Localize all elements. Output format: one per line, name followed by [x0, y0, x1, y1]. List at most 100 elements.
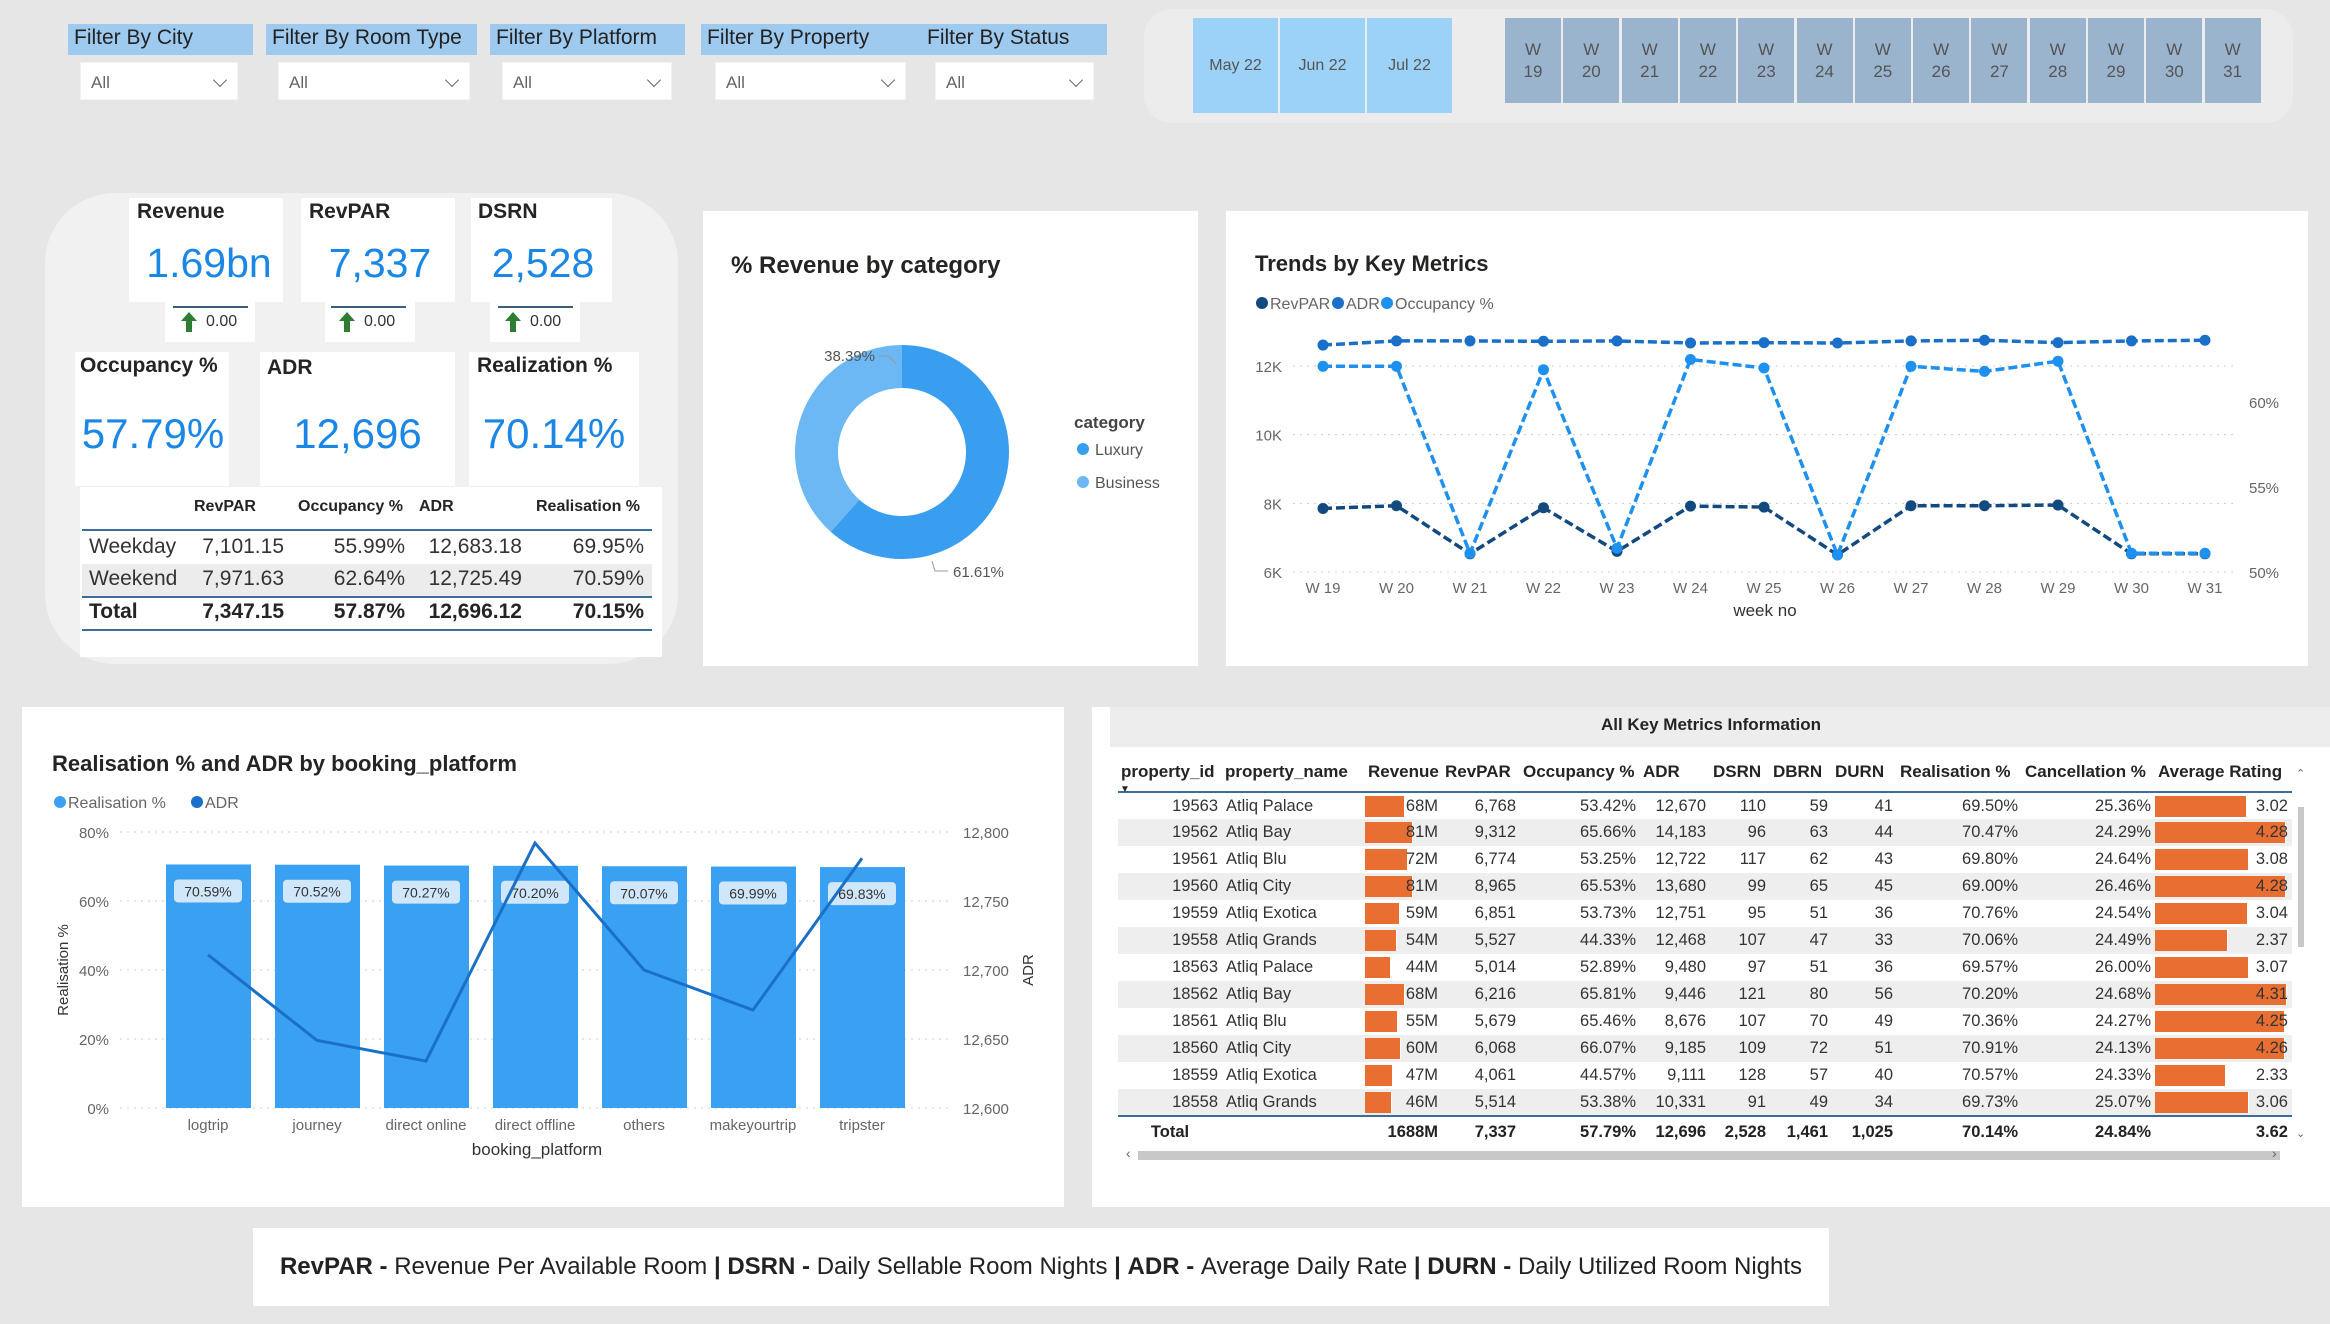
week-tile[interactable]: W 20: [1563, 18, 1620, 103]
data-point[interactable]: [2199, 334, 2211, 346]
column-header[interactable]: Occupancy %: [1520, 752, 1640, 793]
week-tile[interactable]: W 22: [1679, 18, 1736, 103]
table-row[interactable]: 19563 Atliq Palace 68M 6,768 53.42% 12,670 110…: [1118, 792, 2292, 819]
data-point[interactable]: [1538, 364, 1549, 376]
data-point[interactable]: [1905, 360, 1917, 372]
week-tile[interactable]: W 23: [1738, 18, 1795, 103]
data-point[interactable]: [1905, 335, 1917, 347]
data-point[interactable]: [1538, 502, 1549, 514]
table-row[interactable]: 19562 Atliq Bay 81M 9,312 65.66% 14,183 96 63 44…: [1118, 819, 2292, 846]
column-header[interactable]: RevPAR: [1442, 752, 1520, 793]
data-point[interactable]: [1317, 360, 1329, 372]
column-header[interactable]: property_id ▼: [1118, 752, 1222, 795]
dsrn-delta: 0.00: [504, 311, 561, 333]
week-tile[interactable]: W 26: [1913, 18, 1970, 103]
table-row[interactable]: 18561 Atliq Blu 55M 5,679 65.46% 8,676 107 70 49…: [1118, 1008, 2292, 1035]
data-point[interactable]: [1758, 337, 1770, 349]
week-tile[interactable]: W 29: [2088, 18, 2144, 103]
scroll-up-icon[interactable]: ⌃: [2296, 767, 2305, 780]
x-tick-label: W 20: [1379, 580, 1414, 597]
data-point[interactable]: [1317, 502, 1329, 514]
data-point[interactable]: [1611, 542, 1623, 554]
data-point[interactable]: [2052, 337, 2064, 349]
column-header[interactable]: DSRN: [1710, 752, 1770, 793]
column-header[interactable]: ADR: [1640, 752, 1710, 793]
data-point[interactable]: [1685, 500, 1696, 512]
data-point[interactable]: [2126, 547, 2137, 559]
data-point[interactable]: [1611, 335, 1623, 347]
glossary-term: DSRN: [727, 1253, 796, 1280]
scroll-down-icon[interactable]: ⌄: [2296, 1127, 2305, 1140]
week-tile[interactable]: W 19: [1505, 18, 1561, 103]
vertical-scrollbar[interactable]: [2298, 807, 2304, 947]
data-point[interactable]: [1979, 334, 1990, 346]
week-tile[interactable]: W 21: [1621, 18, 1678, 103]
horizontal-scrollbar[interactable]: [1138, 1151, 2280, 1160]
month-tile[interactable]: Jun 22: [1280, 18, 1365, 113]
data-point[interactable]: [1464, 547, 1476, 559]
column-header[interactable]: DURN: [1832, 752, 1897, 793]
data-point[interactable]: [1685, 337, 1696, 349]
scroll-left-icon[interactable]: ‹: [1126, 1145, 1131, 1161]
data-point[interactable]: [2126, 335, 2137, 347]
property-dropdown[interactable]: All: [715, 62, 906, 100]
cell-occupancy-: 53.73%: [1520, 900, 1640, 927]
table-row[interactable]: 19558 Atliq Grands 54M 5,527 44.33% 12,468 107…: [1118, 927, 2292, 954]
city-dropdown[interactable]: All: [80, 62, 238, 100]
cell-durn: 45: [1832, 873, 1897, 900]
month-tile[interactable]: Jul 22: [1367, 18, 1452, 113]
table-row[interactable]: 18560 Atliq City 60M 6,068 66.07% 9,185 109 72 5…: [1118, 1035, 2292, 1062]
data-point[interactable]: [1464, 335, 1476, 347]
column-header[interactable]: Realisation %: [1897, 752, 2022, 793]
table-row[interactable]: 18562 Atliq Bay 68M 6,216 65.81% 9,446 121 80 56…: [1118, 981, 2292, 1008]
table-row[interactable]: 18559 Atliq Exotica 47M 4,061 44.57% 9,111 128…: [1118, 1062, 2292, 1089]
column-header[interactable]: Cancellation %: [2022, 752, 2155, 793]
data-point[interactable]: [1758, 501, 1770, 513]
cell-value: 34: [1874, 1092, 1893, 1111]
week-tile[interactable]: W 30: [2146, 18, 2203, 103]
cell-value: 65: [1809, 877, 1828, 895]
cell-value: 69.73%: [1962, 1092, 2018, 1111]
scroll-right-icon[interactable]: ›: [2272, 1145, 2277, 1161]
table-row[interactable]: 19560 Atliq City 81M 8,965 65.53% 13,680 99 65 4…: [1118, 873, 2292, 900]
data-point[interactable]: [2052, 499, 2064, 511]
cell-value: 4.26: [2255, 1039, 2288, 1057]
column-header[interactable]: Average Rating: [2155, 752, 2292, 793]
data-point[interactable]: [2199, 547, 2211, 559]
week-tile[interactable]: W 27: [1971, 18, 2028, 103]
data-point[interactable]: [1538, 335, 1549, 347]
table-row[interactable]: 19559 Atliq Exotica 59M 6,851 53.73% 12,751 95…: [1118, 900, 2292, 927]
platform-dropdown[interactable]: All: [502, 62, 672, 100]
data-point[interactable]: [1391, 335, 1402, 347]
week-tile[interactable]: W 24: [1796, 18, 1853, 103]
table-row[interactable]: 19561 Atliq Blu 72M 6,774 53.25% 12,722 117 62 4…: [1118, 846, 2292, 873]
table-row[interactable]: 18558 Atliq Grands 46M 5,514 53.38% 10,331 91 4…: [1118, 1089, 2292, 1116]
column-header[interactable]: property_name: [1222, 752, 1365, 793]
data-point[interactable]: [2052, 355, 2064, 367]
column-header[interactable]: DBRN: [1770, 752, 1832, 793]
data-point[interactable]: [1685, 354, 1696, 365]
room-type-dropdown[interactable]: All: [278, 62, 470, 100]
week-tile[interactable]: W 31: [2204, 18, 2261, 103]
data-point[interactable]: [1979, 500, 1990, 512]
donut-label-luxury: 61.61%: [953, 564, 1004, 581]
donut-slice-business[interactable]: [795, 345, 902, 532]
x-tick-label: journey: [291, 1117, 342, 1134]
column-header[interactable]: Revenue: [1365, 752, 1442, 793]
total-value: 1688M: [1387, 1123, 1438, 1141]
week-tile[interactable]: W 25: [1854, 18, 1911, 103]
week-tile[interactable]: W 28: [2029, 18, 2086, 103]
data-point[interactable]: [1391, 360, 1402, 372]
data-point[interactable]: [1832, 337, 1843, 349]
status-dropdown[interactable]: All: [935, 62, 1094, 100]
chevron-down-icon: [646, 72, 662, 88]
month-tile[interactable]: May 22: [1193, 18, 1278, 113]
data-point[interactable]: [1758, 362, 1770, 374]
cell-average-rating: 3.08: [2155, 846, 2292, 873]
data-point[interactable]: [1905, 500, 1917, 512]
data-point[interactable]: [1317, 339, 1329, 351]
table-row[interactable]: 18563 Atliq Palace 44M 5,014 52.89% 9,480 97 51…: [1118, 954, 2292, 981]
data-point[interactable]: [1979, 365, 1990, 377]
data-point[interactable]: [1832, 549, 1843, 561]
data-point[interactable]: [1391, 500, 1402, 512]
